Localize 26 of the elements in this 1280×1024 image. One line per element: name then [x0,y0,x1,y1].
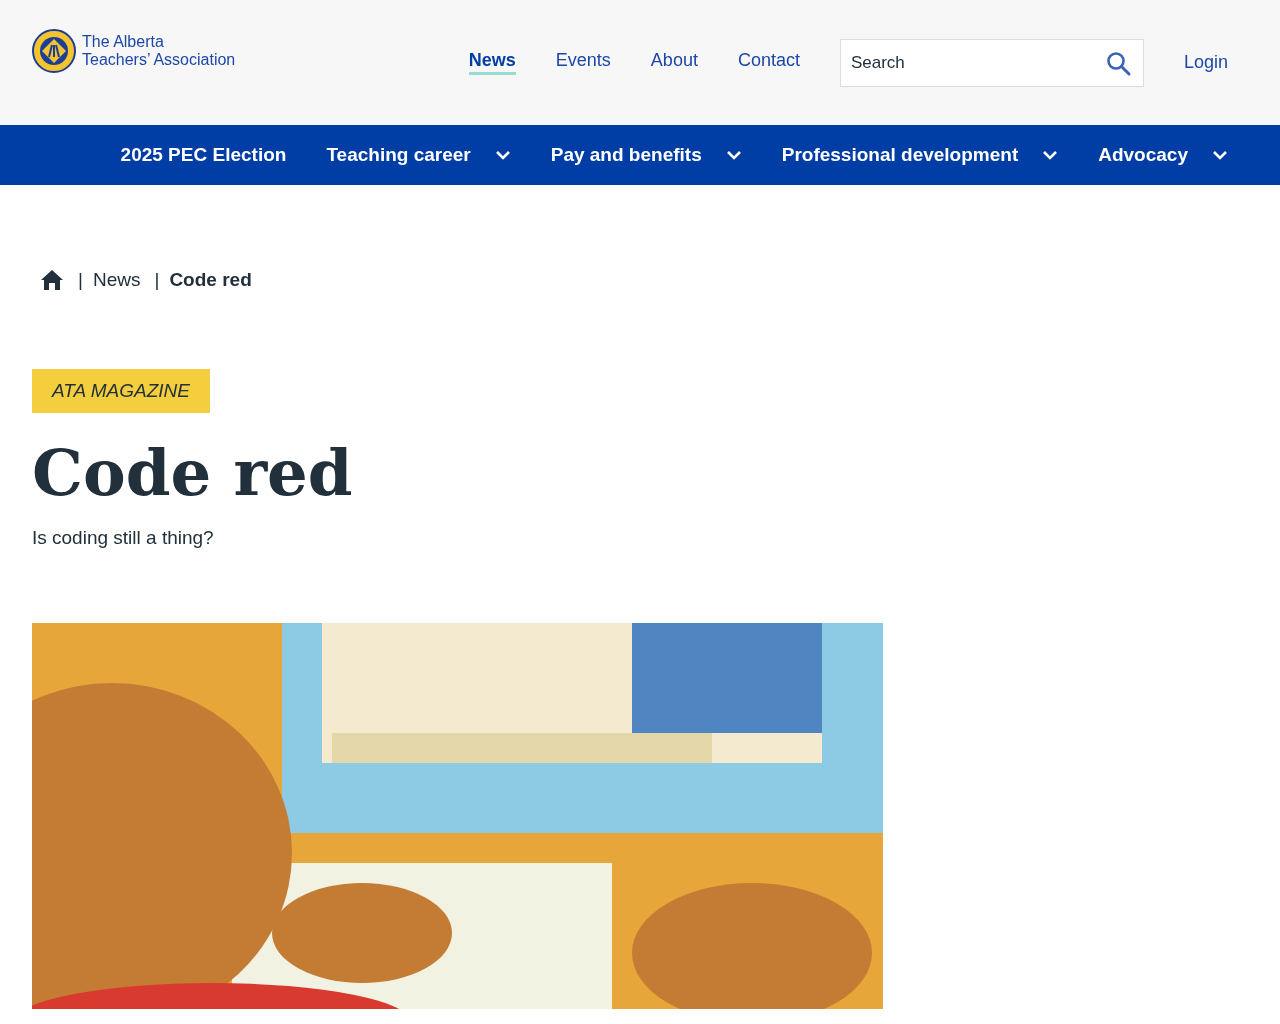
breadcrumb-link[interactable]: News [92,269,141,291]
home-icon[interactable] [40,269,64,291]
menu-link[interactable]: Advocacy [1098,144,1228,166]
menu-link[interactable]: Professional development [781,144,1059,166]
menu-link[interactable]: Pay and benefits [550,144,742,166]
breadcrumb-separator: | [154,269,160,291]
article-title: Code red [32,434,354,512]
article-subtitle: Is coding still a thing? [32,527,215,549]
chevron-icon[interactable] [725,150,742,160]
chevron-icon[interactable] [1212,150,1228,160]
login-link[interactable]: Login [1183,52,1228,73]
menu-link[interactable]: 2025 PEC Election [120,144,287,166]
nav-link[interactable]: News [468,50,516,75]
search-field[interactable]: Search [839,38,1144,87]
nav-link[interactable]: About [650,50,698,75]
nav-link[interactable]: Contact [737,50,800,75]
search-icon[interactable] [1105,50,1132,77]
breadcrumb-current: Code red [169,269,252,291]
breadcrumb-separator: | [78,269,83,291]
chevron-icon[interactable] [1042,150,1059,160]
menu-link[interactable]: Teaching career [326,144,511,166]
category-tag[interactable]: ATA MAGAZINE [32,369,210,413]
nav-link[interactable]: Events [555,50,611,75]
seal-logo-icon[interactable] [32,28,76,73]
chevron-icon[interactable] [494,150,511,160]
logo-wordmark[interactable]: The Alberta Teachers’ Association [82,32,236,69]
